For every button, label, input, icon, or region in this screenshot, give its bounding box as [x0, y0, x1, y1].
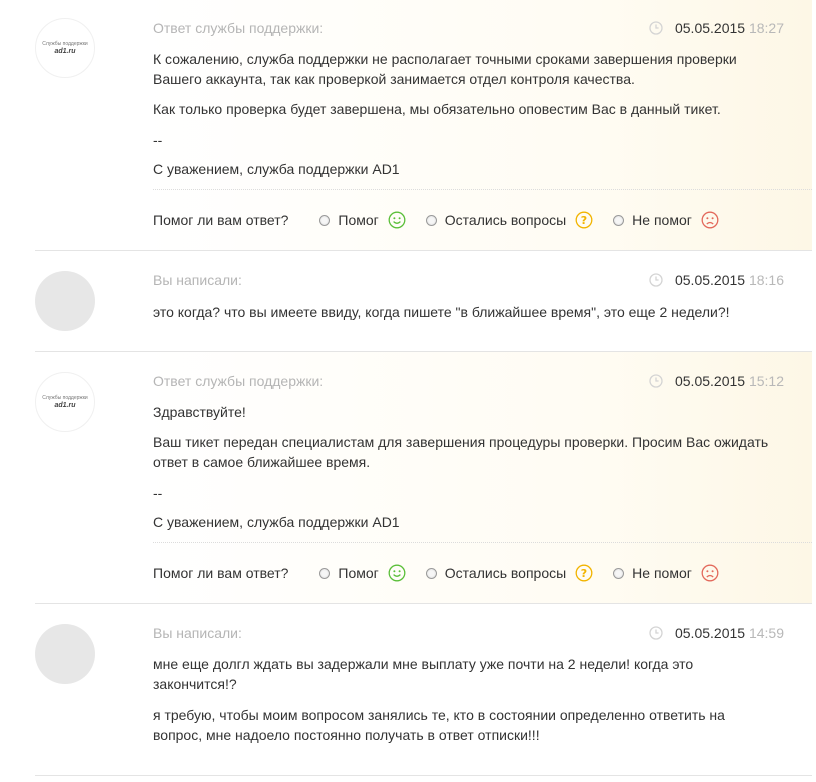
rating-label: Не помог: [632, 212, 692, 228]
rating-question: Помог ли вам ответ?: [153, 212, 289, 228]
message-time: 18:16: [748, 272, 784, 288]
message-signature: С уважением, служба поддержки AD1: [153, 514, 400, 530]
rating-label: Остались вопросы: [444, 565, 567, 581]
logo-brand: ad1.ru: [54, 47, 76, 55]
question-mark-icon: ?: [575, 211, 593, 229]
rating-option-helped[interactable]: Помог: [319, 564, 406, 582]
message-timestamp: 05.05.2015 18:27: [649, 20, 784, 36]
message-paragraph: мне еще долгл ждать вы задержали мне вып…: [153, 656, 694, 692]
radio-button[interactable]: [425, 567, 437, 579]
message-date: 05.05.2015: [674, 373, 746, 389]
message-author: Ответ службы поддержки:: [153, 373, 324, 389]
clock-icon: [649, 374, 663, 388]
message-author: Ответ службы поддержки:: [153, 20, 324, 36]
message-timestamp: 05.05.2015 14:59: [649, 625, 784, 641]
message-header: Вы написали: 05.05.2015 14:59: [153, 625, 784, 643]
message-signature: С уважением, служба поддержки AD1: [153, 161, 400, 177]
user-message: Вы написали: 05.05.2015 18:16 это когда?…: [35, 251, 812, 352]
support-avatar: Службы поддержки ad1.ru: [35, 18, 95, 78]
message-header: Ответ службы поддержки: 05.05.2015 15:12: [153, 373, 784, 391]
rating-option-not-helped[interactable]: Не помог: [613, 564, 719, 582]
rating-label: Не помог: [632, 565, 692, 581]
divider: [153, 542, 812, 543]
svg-text:?: ?: [581, 214, 587, 227]
message-time: 14:59: [748, 625, 784, 641]
logo-brand: ad1.ru: [54, 401, 76, 409]
happy-smile-icon: [388, 564, 406, 582]
rating-bar: Помог ли вам ответ? Помог Остались вопро…: [153, 210, 739, 230]
message-timestamp: 05.05.2015 18:16: [649, 272, 784, 288]
rating-question: Помог ли вам ответ?: [153, 565, 289, 581]
rating-label: Остались вопросы: [444, 212, 567, 228]
message-paragraph: Здравствуйте!: [153, 404, 246, 420]
rating-option-not-helped[interactable]: Не помог: [613, 211, 719, 229]
rating-option-helped[interactable]: Помог: [319, 211, 406, 229]
rating-label: Помог: [338, 565, 379, 581]
user-avatar: [35, 271, 95, 331]
message-paragraph: это когда? что вы имеете ввиду, когда пи…: [153, 304, 730, 320]
message-author: Вы написали:: [153, 272, 242, 288]
radio-button[interactable]: [613, 567, 625, 579]
sad-smile-icon: [701, 211, 719, 229]
message-date: 05.05.2015: [674, 272, 746, 288]
sad-smile-icon: [701, 564, 719, 582]
message-paragraph: Ваш тикет передан специалистам для завер…: [153, 434, 769, 470]
message-timestamp: 05.05.2015 15:12: [649, 373, 784, 389]
rating-label: Помог: [338, 212, 379, 228]
svg-text:?: ?: [581, 567, 587, 580]
message-paragraph: --: [153, 132, 163, 148]
message-author: Вы написали:: [153, 625, 242, 641]
message-date: 05.05.2015: [674, 20, 746, 36]
message-time: 18:27: [748, 20, 784, 36]
message-date: 05.05.2015: [674, 625, 746, 641]
rating-option-questions-left[interactable]: Остались вопросы ?: [425, 564, 593, 582]
happy-smile-icon: [388, 211, 406, 229]
support-message: Службы поддержки ad1.ru Ответ службы под…: [35, 0, 812, 251]
divider: [153, 189, 812, 190]
message-header: Ответ службы поддержки: 05.05.2015 18:27: [153, 20, 784, 38]
radio-button[interactable]: [319, 567, 331, 579]
radio-button[interactable]: [319, 214, 331, 226]
support-avatar: Службы поддержки ad1.ru: [35, 372, 95, 432]
message-paragraph: Как только проверка будет завершена, мы …: [153, 101, 721, 117]
radio-button[interactable]: [425, 214, 437, 226]
clock-icon: [649, 21, 663, 35]
clock-icon: [649, 626, 663, 640]
message-time: 15:12: [748, 373, 784, 389]
rating-option-questions-left[interactable]: Остались вопросы ?: [425, 211, 593, 229]
radio-button[interactable]: [613, 214, 625, 226]
user-message: Вы написали: 05.05.2015 14:59 мне еще до…: [35, 604, 812, 776]
message-header: Вы написали: 05.05.2015 18:16: [153, 272, 784, 290]
question-mark-icon: ?: [575, 564, 593, 582]
message-paragraph: К сожалению, служба поддержки не распола…: [153, 51, 737, 87]
message-paragraph: я требую, чтобы моим вопросом занялись т…: [153, 707, 725, 743]
message-paragraph: --: [153, 485, 163, 501]
rating-bar: Помог ли вам ответ? Помог Остались вопро…: [153, 563, 739, 583]
support-message: Службы поддержки ad1.ru Ответ службы под…: [35, 352, 812, 604]
user-avatar: [35, 624, 95, 684]
clock-icon: [649, 273, 663, 287]
